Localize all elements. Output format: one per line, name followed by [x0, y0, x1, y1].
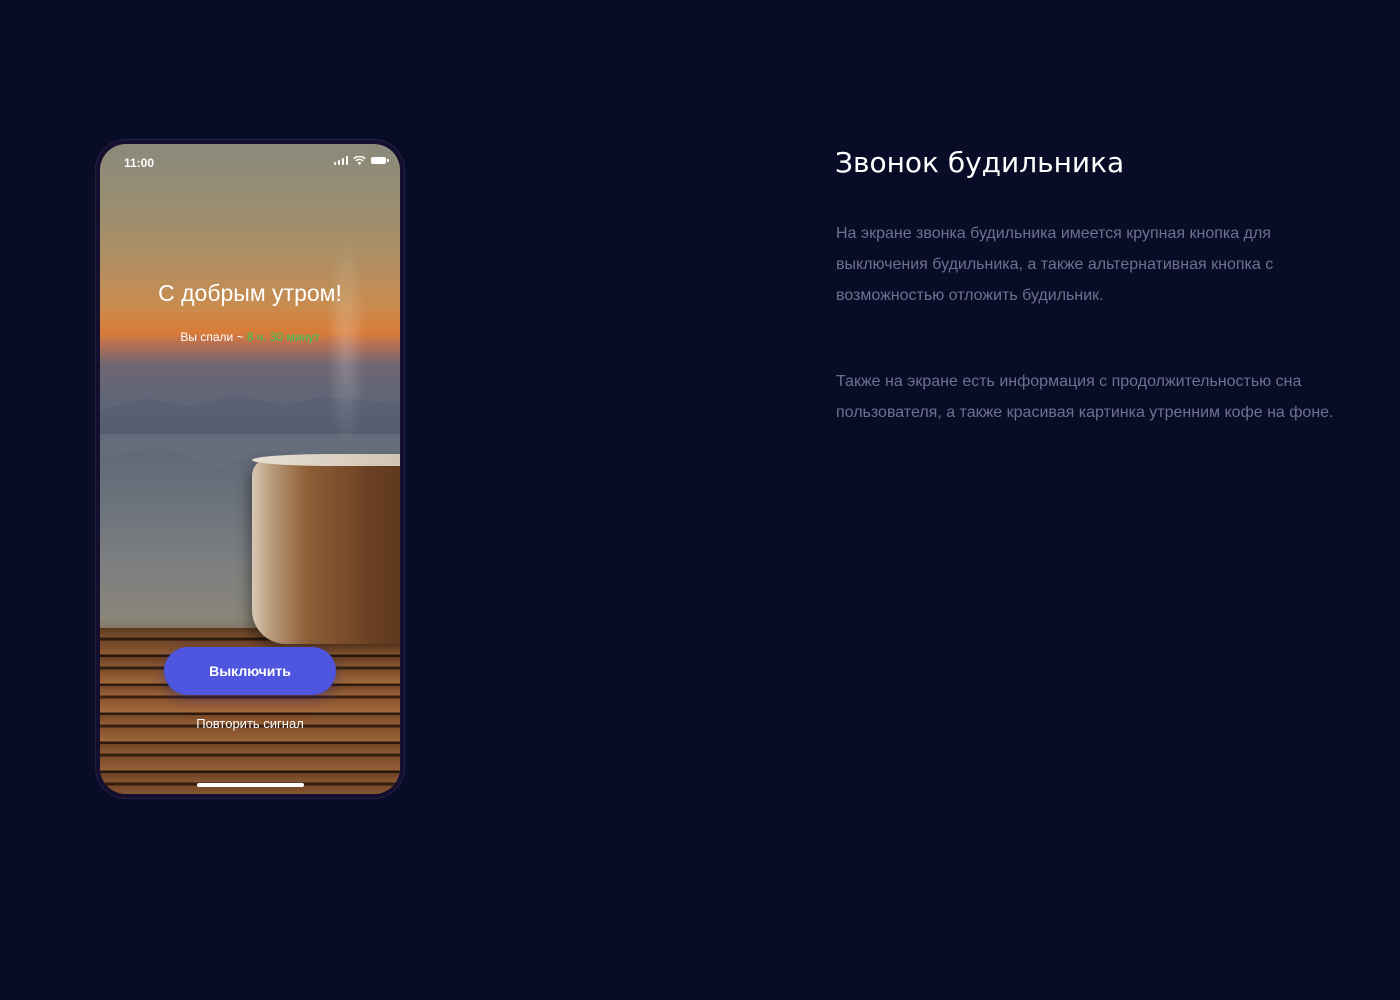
alarm-screen: 11:00 С добрым утром! Вы спали ~ 8 ч. 30… — [100, 144, 400, 794]
greeting-title: С добрым утром! — [158, 280, 342, 306]
status-bar: 11:00 — [100, 144, 400, 180]
description-paragraph-2: Также на экране есть информация с продол… — [836, 373, 1334, 421]
sleep-duration-value: 8 ч. 30 минут — [246, 330, 320, 344]
status-time: 11:00 — [124, 156, 155, 170]
dismiss-alarm-button[interactable]: Выключить — [164, 647, 336, 695]
home-indicator[interactable] — [197, 783, 304, 787]
coffee-cup-rim — [252, 454, 400, 466]
sleep-duration-label: Вы спали ~ — [180, 330, 247, 344]
system-icons — [333, 156, 389, 165]
description-paragraph-1: На экране звонка будильника имеется круп… — [836, 225, 1274, 304]
cellular-signal-icon — [333, 156, 348, 165]
coffee-cup-image — [252, 458, 400, 644]
phone-mockup: 11:00 С добрым утром! Вы спали ~ 8 ч. 30… — [96, 140, 404, 798]
wifi-icon — [353, 156, 366, 165]
section-title: Звонок будильника — [835, 146, 1125, 179]
coffee-steam — [326, 234, 366, 454]
sleep-duration: Вы спали ~ 8 ч. 30 минут — [100, 330, 400, 344]
snooze-alarm-button[interactable]: Повторить сигнал — [140, 712, 360, 734]
battery-icon — [371, 157, 389, 164]
